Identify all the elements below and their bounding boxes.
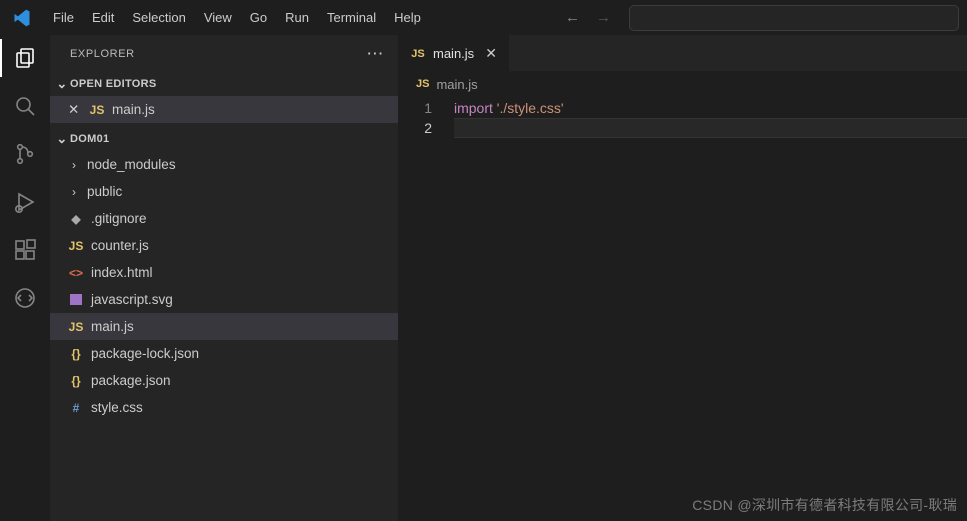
nav-forward-icon[interactable]: →	[596, 9, 611, 26]
file-label: package-lock.json	[91, 346, 199, 361]
extensions-icon[interactable]	[12, 237, 38, 263]
source-control-icon[interactable]	[12, 141, 38, 167]
js-file-icon: JS	[410, 48, 426, 60]
code-line: import './style.css'	[454, 98, 967, 118]
tab-main-js[interactable]: JS main.js ✕	[398, 35, 510, 72]
tab-bar: JS main.js ✕	[398, 35, 967, 72]
breadcrumb[interactable]: JS main.js	[398, 72, 967, 96]
title-bar: File Edit Selection View Go Run Terminal…	[0, 0, 967, 35]
close-icon[interactable]: ✕	[68, 102, 82, 118]
open-editor-item[interactable]: ✕ JS main.js	[50, 96, 398, 123]
tab-label: main.js	[433, 46, 474, 61]
nav-arrows: ← →	[565, 9, 611, 26]
remote-icon[interactable]	[12, 285, 38, 311]
menu-bar: File Edit Selection View Go Run Terminal…	[44, 6, 430, 29]
html-file-icon: <>	[68, 265, 84, 281]
project-label: DOM01	[70, 133, 109, 145]
breadcrumb-label: main.js	[436, 77, 477, 92]
file-label: package.json	[91, 373, 171, 388]
menu-help[interactable]: Help	[385, 6, 430, 29]
git-file-icon: ◆	[68, 211, 84, 227]
file-label: main.js	[91, 319, 134, 334]
chevron-down-icon: ⌄	[54, 131, 70, 147]
line-number: 2	[398, 118, 432, 138]
menu-view[interactable]: View	[195, 6, 241, 29]
js-file-icon: JS	[68, 238, 84, 254]
menu-edit[interactable]: Edit	[83, 6, 123, 29]
vscode-logo-icon	[12, 8, 32, 28]
line-gutter: 1 2	[398, 98, 454, 521]
code-editor[interactable]: 1 2 import './style.css'	[398, 96, 967, 521]
folder-label: node_modules	[87, 157, 176, 172]
js-file-icon: JS	[68, 319, 84, 335]
close-icon[interactable]: ✕	[485, 45, 497, 62]
menu-terminal[interactable]: Terminal	[318, 6, 385, 29]
file-label: .gitignore	[91, 211, 147, 226]
js-file-icon: JS	[89, 102, 105, 118]
file-package-json[interactable]: {} package.json	[50, 367, 398, 394]
file-package-lock-json[interactable]: {} package-lock.json	[50, 340, 398, 367]
chevron-down-icon: ⌄	[54, 76, 70, 92]
nav-back-icon[interactable]: ←	[565, 9, 580, 26]
json-file-icon: {}	[68, 346, 84, 362]
open-editors-header[interactable]: ⌄ OPEN EDITORS	[50, 72, 398, 96]
folder-label: public	[87, 184, 122, 199]
more-actions-icon[interactable]: ⋯	[366, 44, 384, 64]
editor-region: JS main.js ✕ JS main.js 1 2 import './st…	[398, 35, 967, 521]
explorer-title: EXPLORER	[70, 48, 135, 60]
file-style-css[interactable]: # style.css	[50, 394, 398, 421]
open-editor-filename: main.js	[112, 102, 155, 117]
svg-file-icon	[68, 292, 84, 308]
file-main-js[interactable]: JS main.js	[50, 313, 398, 340]
file-counter-js[interactable]: JS counter.js	[50, 232, 398, 259]
search-icon[interactable]	[12, 93, 38, 119]
line-number: 1	[398, 98, 432, 118]
chevron-right-icon: ›	[68, 158, 80, 172]
json-file-icon: {}	[68, 373, 84, 389]
file-label: javascript.svg	[91, 292, 173, 307]
command-center-input[interactable]	[629, 5, 959, 31]
file-label: style.css	[91, 400, 143, 415]
menu-go[interactable]: Go	[241, 6, 276, 29]
file-label: counter.js	[91, 238, 149, 253]
code-line	[454, 118, 967, 138]
js-file-icon: JS	[416, 78, 429, 90]
explorer-icon[interactable]	[12, 45, 38, 71]
folder-public[interactable]: › public	[50, 178, 398, 205]
watermark-text: CSDN @深圳市有德者科技有限公司-耿瑞	[692, 495, 957, 515]
activity-bar	[0, 35, 50, 521]
explorer-panel: EXPLORER ⋯ ⌄ OPEN EDITORS ✕ JS main.js ⌄…	[50, 35, 398, 521]
file-index-html[interactable]: <> index.html	[50, 259, 398, 286]
file-label: index.html	[91, 265, 153, 280]
folder-node-modules[interactable]: › node_modules	[50, 151, 398, 178]
menu-file[interactable]: File	[44, 6, 83, 29]
open-editors-label: OPEN EDITORS	[70, 78, 157, 90]
project-header[interactable]: ⌄ DOM01	[50, 127, 398, 151]
css-file-icon: #	[68, 400, 84, 416]
chevron-right-icon: ›	[68, 185, 80, 199]
run-debug-icon[interactable]	[12, 189, 38, 215]
menu-selection[interactable]: Selection	[123, 6, 194, 29]
menu-run[interactable]: Run	[276, 6, 318, 29]
code-lines: import './style.css'	[454, 98, 967, 521]
file-gitignore[interactable]: ◆ .gitignore	[50, 205, 398, 232]
file-javascript-svg[interactable]: javascript.svg	[50, 286, 398, 313]
